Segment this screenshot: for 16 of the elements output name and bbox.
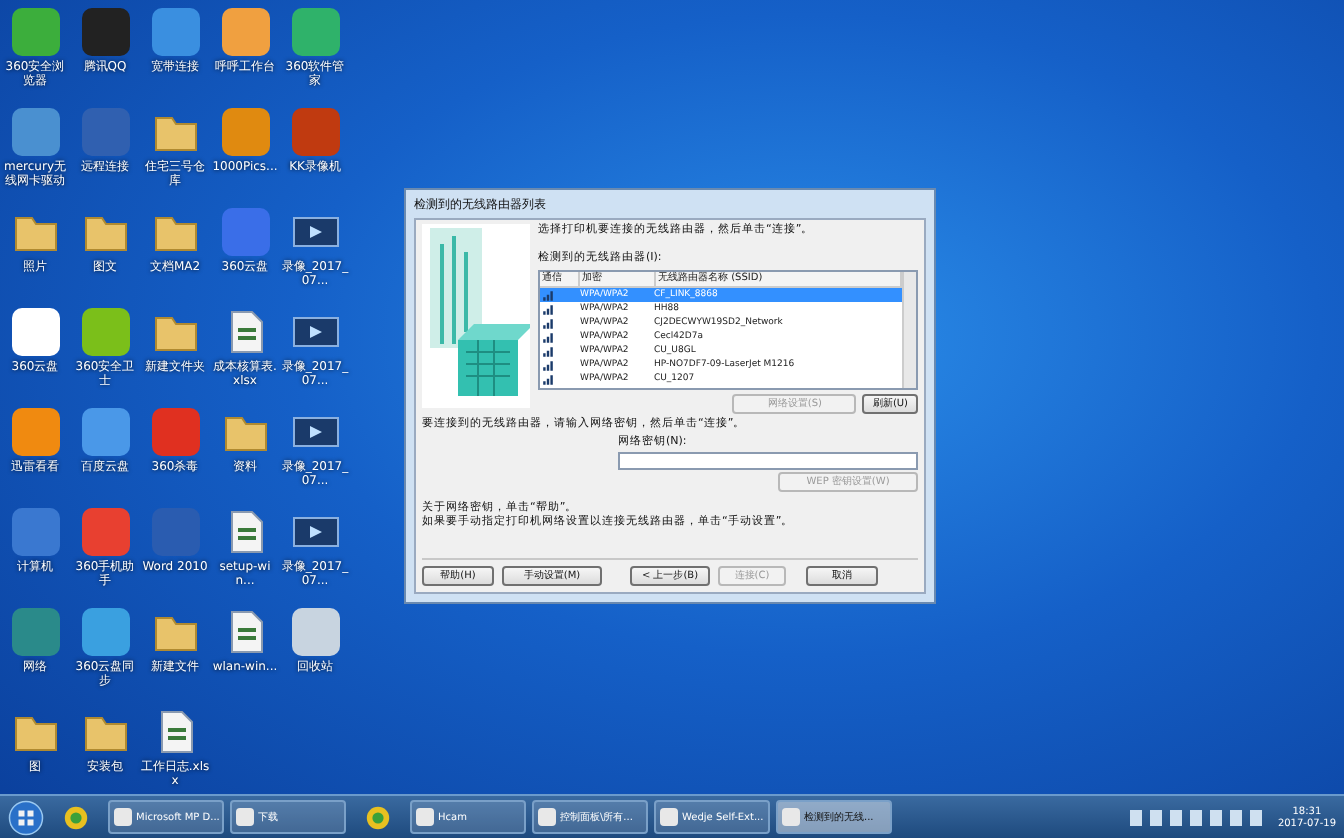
window-icon <box>660 808 678 826</box>
network-key-field[interactable] <box>618 452 918 470</box>
start-button[interactable] <box>8 799 44 835</box>
app-icon[interactable] <box>364 803 392 831</box>
app-icon[interactable] <box>11 308 59 356</box>
scrollbar[interactable] <box>902 272 916 388</box>
app-icon[interactable] <box>81 308 129 356</box>
window-icon <box>114 808 132 826</box>
app-icon[interactable] <box>291 608 339 656</box>
window-icon <box>416 808 434 826</box>
window-icon <box>236 808 254 826</box>
app-icon[interactable] <box>11 408 59 456</box>
app-icon[interactable] <box>62 803 90 831</box>
app-icon[interactable] <box>221 8 269 56</box>
window-icon <box>782 808 800 826</box>
window-icon <box>538 808 556 826</box>
